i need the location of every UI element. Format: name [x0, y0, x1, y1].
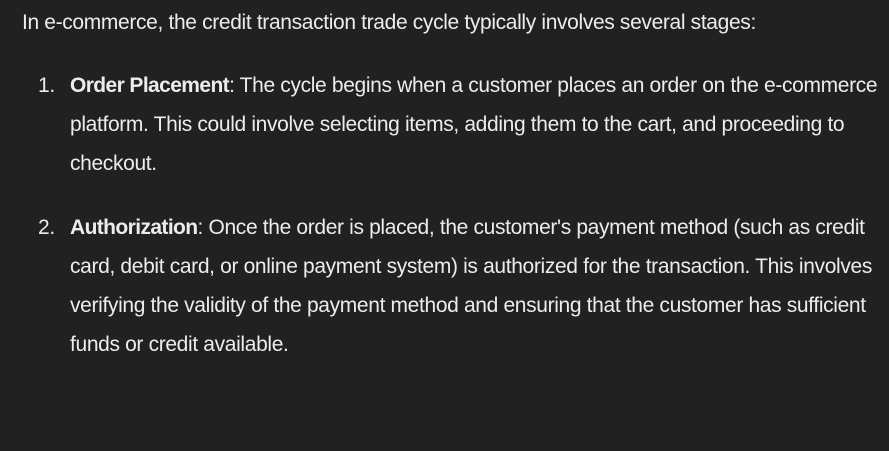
list-item: 1. Order Placement: The cycle begins whe…	[22, 66, 884, 183]
intro-paragraph: In e-commerce, the credit transaction tr…	[22, 11, 756, 34]
list-item-term: Order Placement	[70, 74, 230, 97]
stages-list: 1. Order Placement: The cycle begins whe…	[22, 66, 884, 364]
list-item: 2. Authorization: Once the order is plac…	[22, 208, 884, 364]
list-item-term: Authorization	[70, 216, 198, 239]
list-item-number: 1.	[38, 74, 55, 97]
list-item-number: 2.	[38, 216, 55, 239]
message-content: In e-commerce, the credit transaction tr…	[22, 3, 884, 364]
